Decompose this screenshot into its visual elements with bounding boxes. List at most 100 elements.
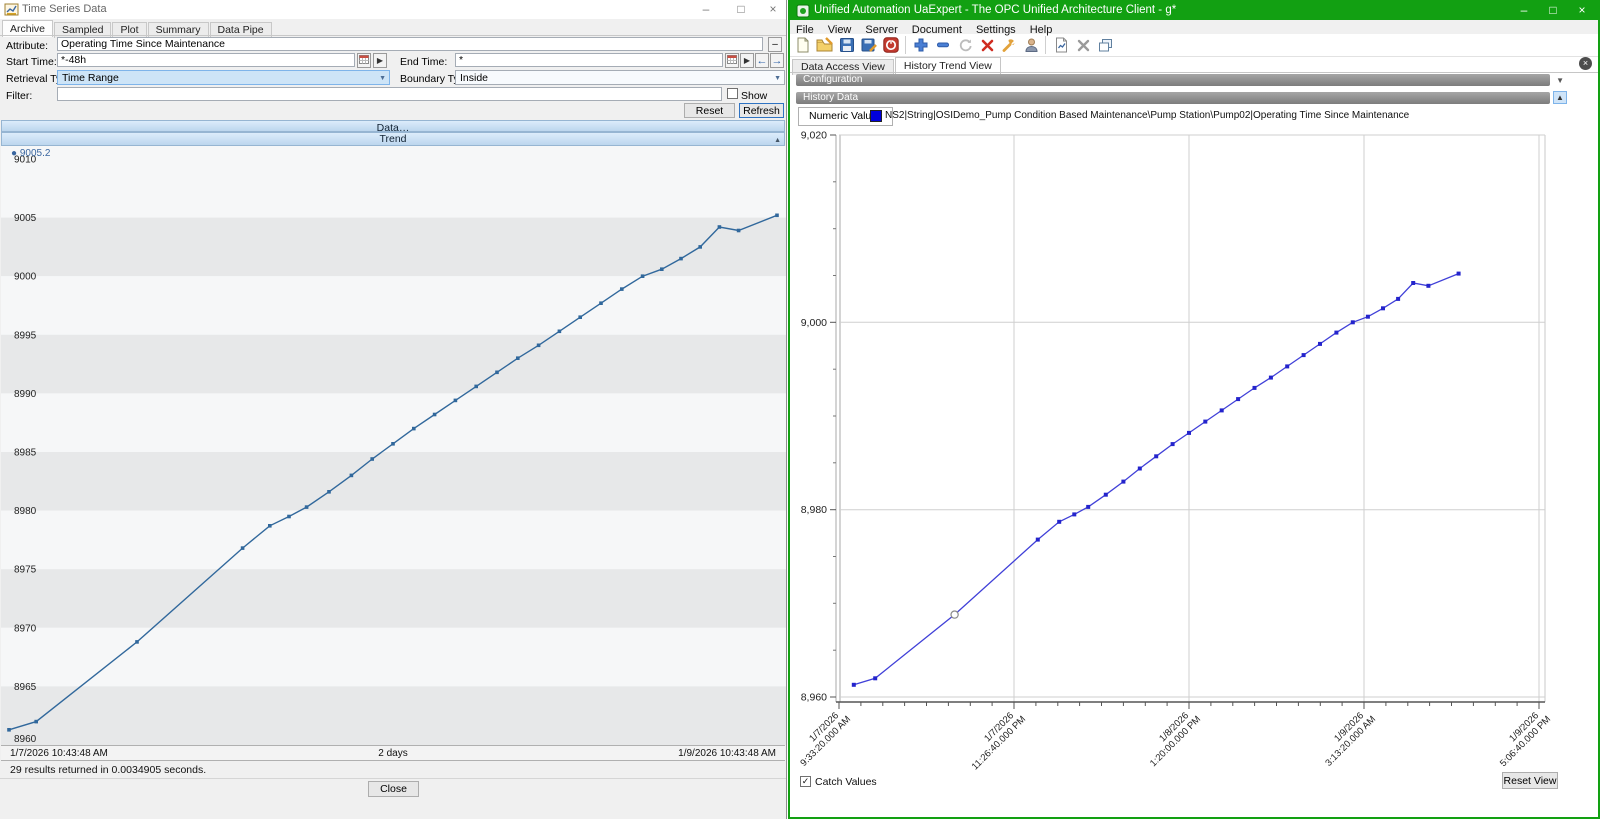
filter-input[interactable] bbox=[57, 87, 722, 101]
end-time-calendar-icon[interactable] bbox=[725, 53, 739, 68]
end-time-input[interactable] bbox=[455, 53, 723, 67]
retrieval-type-select[interactable]: Time Range ▼ bbox=[57, 70, 390, 85]
svg-text:8,980: 8,980 bbox=[801, 504, 827, 516]
svg-text:1/7/20269:33:20.000 AM: 1/7/20269:33:20.000 AM bbox=[798, 706, 853, 769]
close-dialog-button[interactable]: Close bbox=[368, 781, 419, 797]
collapse-history-data-icon[interactable]: ▲ bbox=[1553, 91, 1567, 104]
status-divider bbox=[0, 778, 786, 779]
open-project-icon[interactable] bbox=[814, 35, 836, 55]
delete-icon[interactable] bbox=[976, 35, 998, 55]
time-series-data-window: Time Series Data – □ × ArchiveSampledPlo… bbox=[0, 0, 787, 819]
desktop: { "colors": { "left_line": "#31689c", "r… bbox=[0, 0, 1600, 819]
svg-text:9,000: 9,000 bbox=[801, 317, 827, 329]
uaexpert-window: Unified Automation UaExpert - The OPC Un… bbox=[788, 0, 1600, 819]
series-color-swatch bbox=[870, 110, 882, 122]
maximize-button[interactable]: □ bbox=[1539, 2, 1567, 20]
add-node-icon[interactable] bbox=[910, 35, 932, 55]
time-series-titlebar[interactable]: Time Series Data – □ × bbox=[0, 0, 786, 19]
chevron-down-icon: ▼ bbox=[774, 72, 781, 86]
time-series-tabs: ArchiveSampledPlotSummaryData Pipe bbox=[2, 20, 273, 35]
toolbar-separator bbox=[1045, 36, 1047, 54]
svg-text:8975: 8975 bbox=[14, 565, 37, 576]
filter-label: Filter: bbox=[6, 90, 32, 102]
save-as-icon[interactable] bbox=[858, 35, 880, 55]
svg-text:9005: 9005 bbox=[14, 213, 37, 224]
collapse-form-button[interactable]: – bbox=[768, 37, 782, 52]
x-axis-span-label: 2 days bbox=[1, 748, 785, 759]
start-time-input[interactable] bbox=[57, 53, 355, 67]
svg-text:1/8/20261:20:00.000 PM: 1/8/20261:20:00.000 PM bbox=[1140, 706, 1203, 769]
attribute-input[interactable] bbox=[57, 37, 763, 51]
chevron-down-icon: ▼ bbox=[379, 72, 386, 86]
refresh-button[interactable]: Refresh bbox=[739, 103, 784, 118]
end-time-label: End Time: bbox=[400, 56, 447, 68]
trend-panel-header[interactable]: Trend ▲ bbox=[1, 132, 785, 146]
svg-text:1/7/202611:26:40.000 PM: 1/7/202611:26:40.000 PM bbox=[962, 706, 1028, 772]
disconnect-server-icon[interactable] bbox=[880, 35, 902, 55]
svg-text:8985: 8985 bbox=[14, 448, 37, 459]
clear-icon[interactable] bbox=[1072, 35, 1094, 55]
history-data-section-header[interactable]: History Data bbox=[796, 92, 1550, 104]
x-axis-end-label: 1/9/2026 10:43:48 AM bbox=[678, 748, 776, 759]
svg-text:8995: 8995 bbox=[14, 330, 37, 341]
windows-cascade-icon[interactable] bbox=[1094, 35, 1116, 55]
new-project-icon[interactable] bbox=[792, 35, 814, 55]
tabbar-divider bbox=[790, 72, 1598, 73]
trend-x-axis-bar: 1/7/2026 10:43:48 AM 2 days 1/9/2026 10:… bbox=[1, 745, 785, 761]
reset-view-button[interactable]: Reset View bbox=[1502, 772, 1558, 789]
svg-text:1/9/20265:06:40.000 PM: 1/9/20265:06:40.000 PM bbox=[1490, 706, 1553, 769]
close-window-button[interactable]: × bbox=[1568, 2, 1596, 20]
boundary-type-value: Inside bbox=[460, 72, 488, 84]
svg-text:1/9/20263:13:20.000 AM: 1/9/20263:13:20.000 AM bbox=[1316, 706, 1379, 769]
results-status-text: 29 results returned in 0.0034905 seconds… bbox=[10, 764, 206, 776]
svg-text:8980: 8980 bbox=[14, 506, 37, 517]
uaexpert-titlebar[interactable]: Unified Automation UaExpert - The OPC Un… bbox=[790, 2, 1598, 20]
catch-values-label: Catch Values bbox=[815, 776, 877, 788]
data-panel-header[interactable]: Data… bbox=[1, 120, 785, 132]
minimize-button[interactable]: – bbox=[1510, 2, 1538, 20]
close-window-button[interactable]: × bbox=[759, 0, 787, 19]
svg-text:8965: 8965 bbox=[14, 682, 37, 693]
catch-values-checkbox[interactable]: ✓ bbox=[800, 776, 811, 787]
tab-divider bbox=[0, 35, 786, 36]
time-series-app-icon bbox=[4, 2, 19, 17]
svg-text:8960: 8960 bbox=[14, 734, 37, 745]
step-forward-icon[interactable]: → bbox=[770, 53, 784, 68]
minimize-button[interactable]: – bbox=[692, 0, 720, 19]
save-project-icon[interactable] bbox=[836, 35, 858, 55]
add-user-icon[interactable] bbox=[1020, 35, 1042, 55]
svg-text:8990: 8990 bbox=[14, 389, 37, 400]
expand-configuration-icon[interactable]: ▼ bbox=[1556, 76, 1564, 85]
data-panel-title: Data bbox=[377, 122, 399, 132]
window-title: Time Series Data bbox=[22, 3, 107, 15]
maximize-button[interactable]: □ bbox=[727, 0, 755, 19]
start-time-calendar-icon[interactable] bbox=[357, 53, 371, 68]
remove-node-icon[interactable] bbox=[932, 35, 954, 55]
boundary-type-select[interactable]: Inside ▼ bbox=[455, 70, 785, 85]
svg-text:8970: 8970 bbox=[14, 623, 37, 634]
uaexpert-app-icon bbox=[796, 4, 810, 18]
series-legend-label: NS2|String|OSIDemo_Pump Condition Based … bbox=[885, 110, 1409, 121]
svg-text:9000: 9000 bbox=[14, 272, 37, 283]
configuration-section-header[interactable]: Configuration bbox=[796, 74, 1550, 86]
report-icon[interactable] bbox=[1050, 35, 1072, 55]
toolbar-separator bbox=[905, 36, 907, 54]
collapse-panel-icon[interactable]: ▲ bbox=[774, 134, 781, 146]
step-back-icon[interactable]: ← bbox=[755, 53, 769, 68]
svg-text:9,020: 9,020 bbox=[801, 130, 827, 142]
trend-chart: 9010900590008995899089858980897589708965… bbox=[1, 146, 786, 745]
retrieval-type-value: Time Range bbox=[62, 72, 119, 84]
settings-wrench-icon[interactable] bbox=[998, 35, 1020, 55]
close-tab-icon[interactable]: × bbox=[1579, 57, 1592, 70]
svg-text:8,960: 8,960 bbox=[801, 692, 827, 704]
reset-button[interactable]: Reset bbox=[684, 103, 735, 118]
show-filtered-checkbox[interactable] bbox=[727, 88, 738, 99]
end-time-expand-icon[interactable]: ▶ bbox=[740, 53, 754, 68]
rebrowse-icon[interactable] bbox=[954, 35, 976, 55]
trend-chart-area: 9010900590008995899089858980897589708965… bbox=[1, 146, 786, 745]
start-time-expand-icon[interactable]: ▶ bbox=[373, 53, 387, 68]
history-trend-chart: 9,020 9,000 8,980 8,960 1/7/20269:33:20.000 … bbox=[798, 127, 1566, 772]
toolbar bbox=[792, 34, 1116, 56]
legend-dot-icon: ● bbox=[11, 148, 17, 159]
trend-panel-title: Trend bbox=[379, 133, 406, 145]
